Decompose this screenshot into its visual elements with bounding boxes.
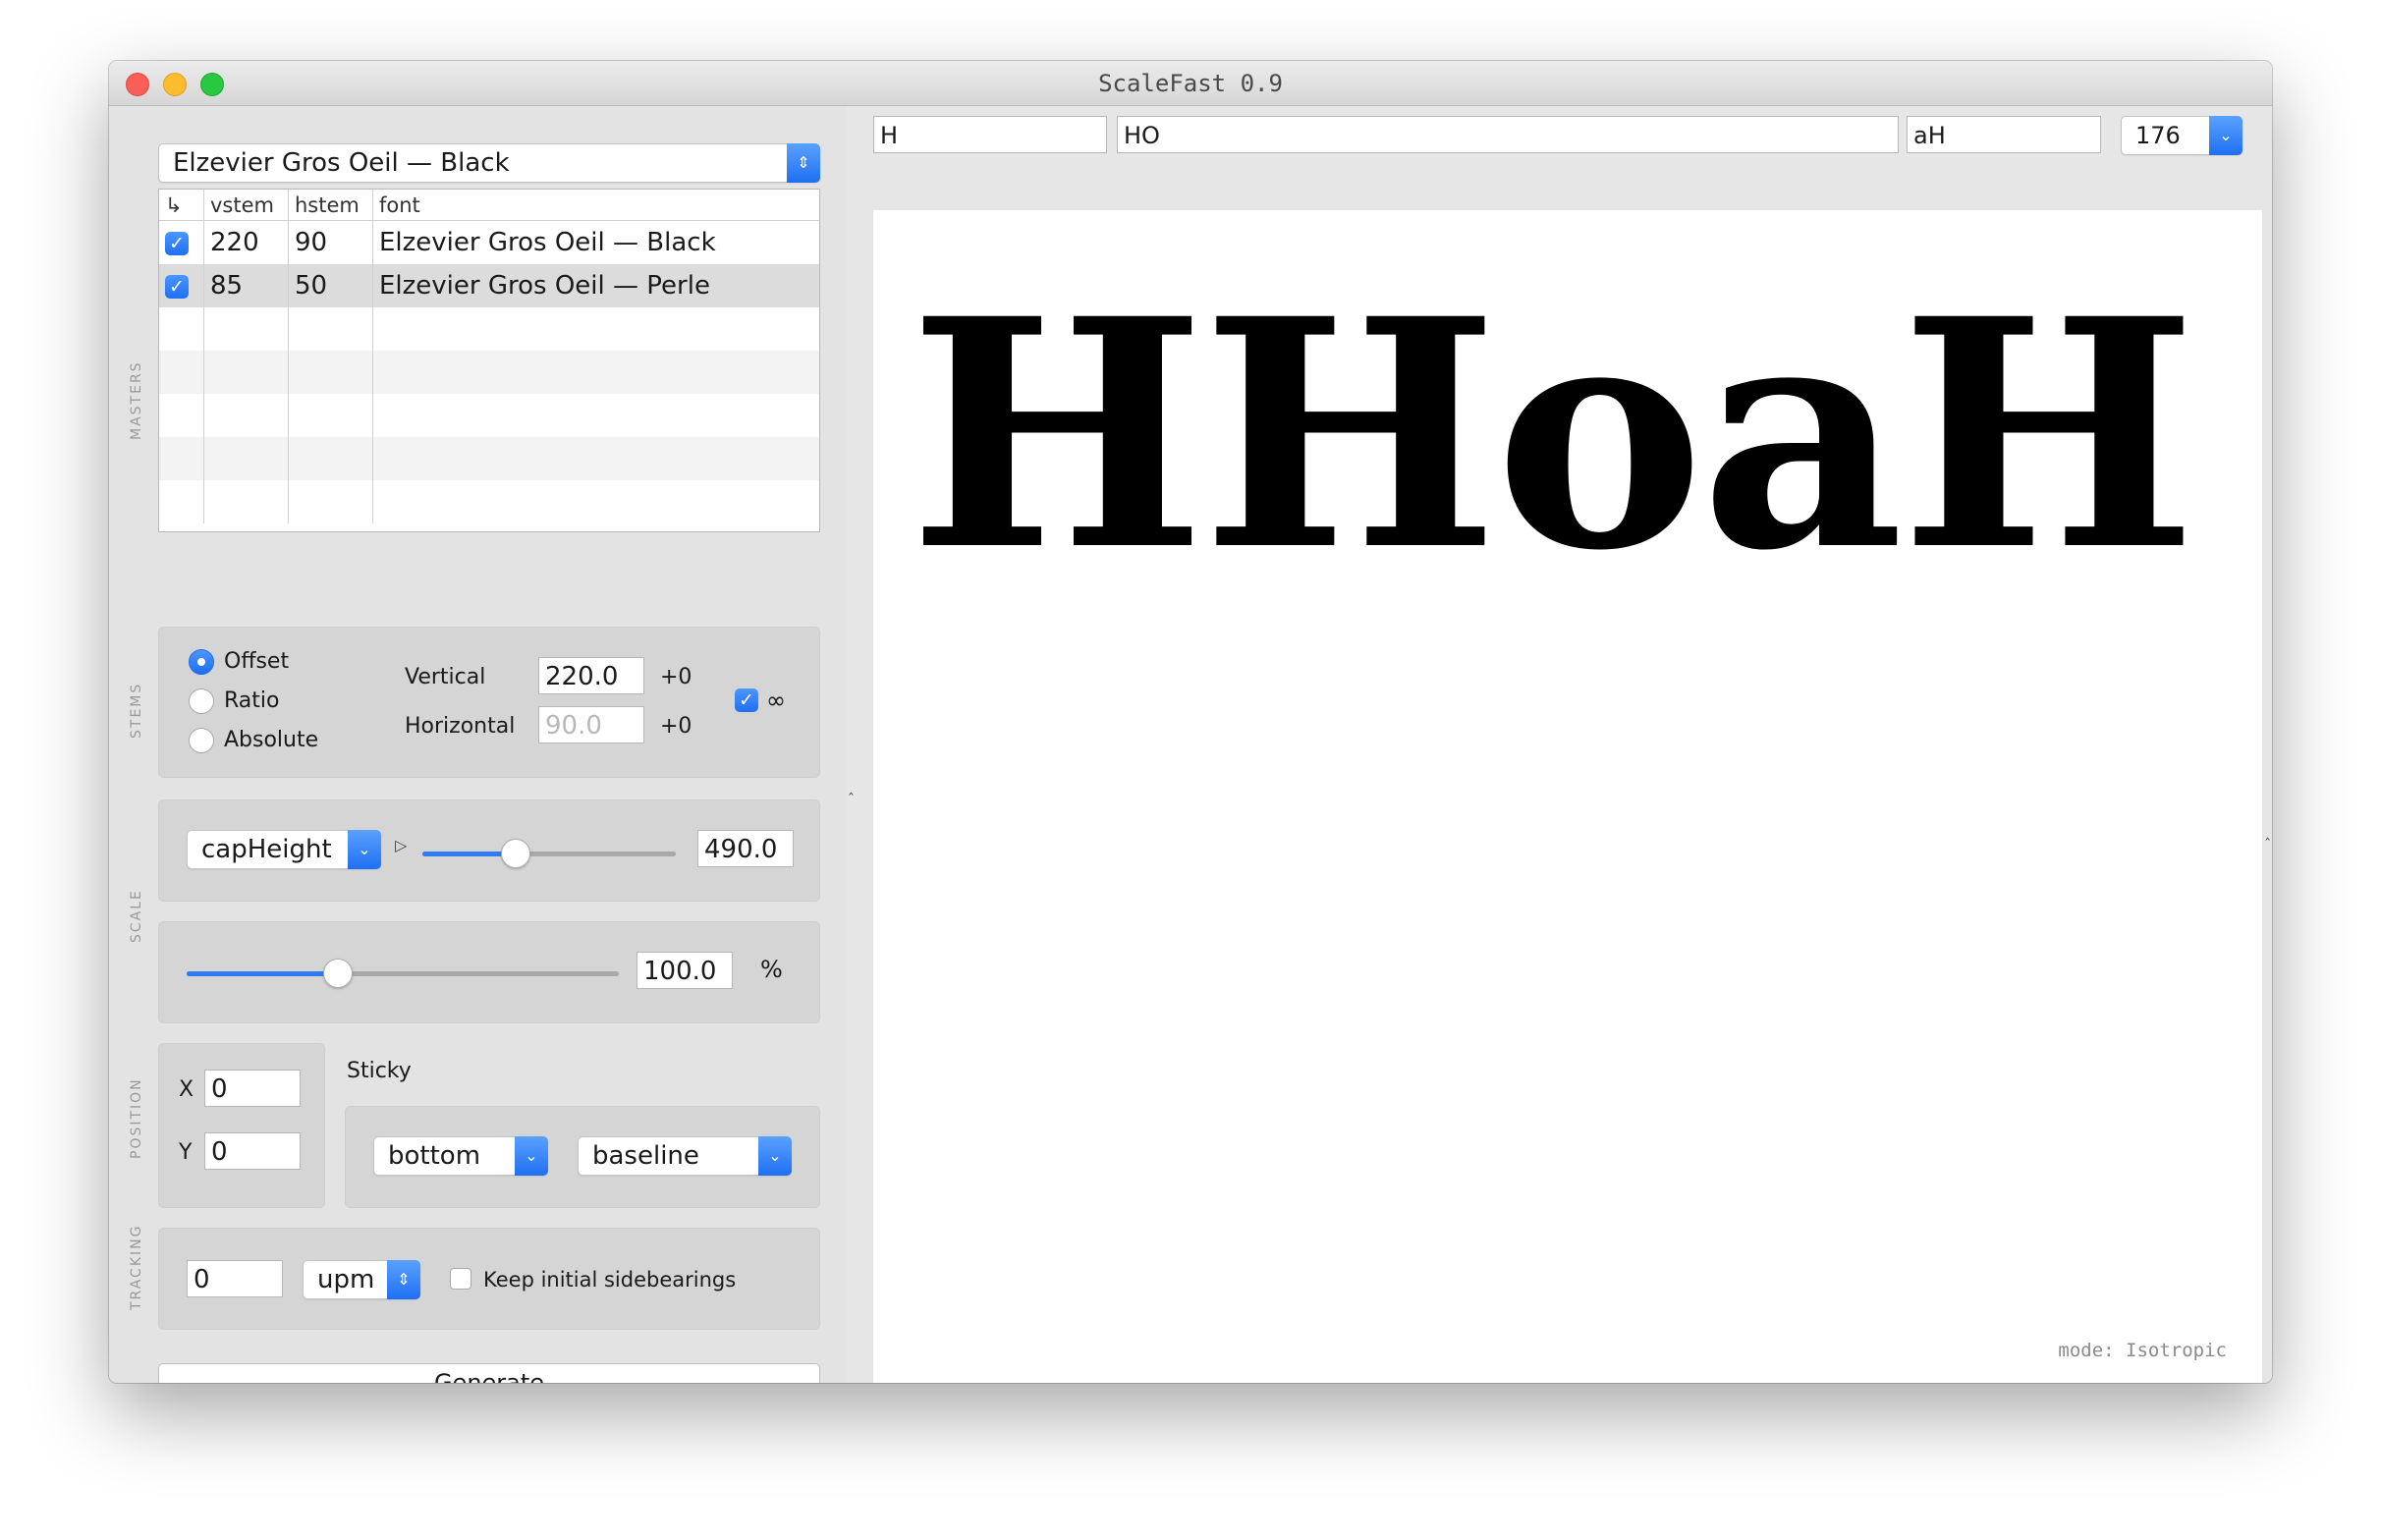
table-row[interactable]: ✓ 85 50 Elzevier Gros Oeil — Perle	[159, 264, 819, 307]
chevron-down-icon: ⌄	[515, 1136, 548, 1176]
chevron-down-icon: ⌄	[2209, 116, 2243, 155]
sticky-vertical-select[interactable]: bottom ⌄	[373, 1136, 548, 1176]
empty-row	[159, 480, 819, 523]
hstem-cell[interactable]: 50	[289, 264, 373, 307]
vstem-cell[interactable]: 220	[204, 221, 289, 264]
vertical-label: Vertical	[405, 665, 486, 689]
font-select-value: Elzevier Gros Oeil — Black	[173, 148, 510, 178]
preview-size-value: 176	[2135, 122, 2181, 149]
empty-row	[159, 307, 819, 351]
sticky-label: Sticky	[347, 1059, 412, 1083]
sticky-vertical-value: bottom	[388, 1141, 481, 1171]
horizontal-stem-field[interactable]: 90.0	[538, 706, 644, 743]
sticky-anchor-select[interactable]: baseline ⌄	[578, 1136, 792, 1176]
horizontal-label: Horizontal	[405, 714, 516, 739]
offset-label: Offset	[224, 649, 290, 674]
include-master-checkbox[interactable]: ✓	[165, 231, 189, 255]
percent-value-field[interactable]: 100.0	[637, 952, 733, 989]
table-row[interactable]: ✓ 220 90 Elzevier Gros Oeil — Black	[159, 221, 819, 264]
absolute-label: Absolute	[224, 728, 319, 752]
offset-radio[interactable]	[189, 649, 214, 675]
column-header-hstem[interactable]: hstem	[289, 190, 373, 220]
height-slider-knob[interactable]	[501, 839, 531, 868]
chevron-down-icon: ⌄	[348, 830, 381, 869]
generate-button[interactable]: Generate	[158, 1363, 820, 1383]
percent-slider[interactable]	[187, 959, 619, 988]
preview-string-1-field[interactable]: H	[873, 116, 1107, 153]
keep-sidebearings-checkbox[interactable]	[450, 1268, 471, 1290]
tracking-unit-select[interactable]: upm ⇕	[303, 1260, 420, 1299]
sticky-box: bottom ⌄ baseline ⌄	[345, 1106, 820, 1208]
absolute-radio[interactable]	[189, 728, 214, 753]
column-header-include[interactable]: ↳	[159, 190, 204, 220]
vertical-delta: +0	[660, 665, 692, 689]
scale-section-label: SCALE	[129, 889, 144, 943]
ratio-label: Ratio	[224, 688, 280, 713]
vertical-stem-field[interactable]: 220.0	[538, 657, 644, 694]
tracking-value-field[interactable]: 0	[187, 1260, 283, 1297]
stems-section-label: STEMS	[129, 682, 144, 739]
tracking-section-label: TRACKING	[129, 1224, 144, 1310]
scale-height-box: capHeight ⌄ ▷ 490.0	[158, 799, 820, 902]
tracking-unit-value: upm	[317, 1265, 375, 1294]
link-stems-checkbox[interactable]: ✓	[735, 688, 758, 712]
column-header-font[interactable]: font	[373, 190, 819, 220]
divider-handle-icon: ‸	[849, 780, 854, 796]
split-divider[interactable]: ‸	[846, 106, 861, 1383]
updown-chevron-icon: ⇕	[787, 143, 820, 183]
hstem-cell[interactable]: 90	[289, 221, 373, 264]
preview-string-2-field[interactable]: HO	[1117, 116, 1899, 153]
preview-size-select[interactable]: 176 ⌄	[2121, 116, 2243, 155]
percent-slider-fill	[187, 971, 338, 976]
link-infinity-label: ∞	[766, 687, 786, 714]
font-select[interactable]: Elzevier Gros Oeil — Black ⇕	[158, 143, 820, 183]
controls-panel: MASTERS Elzevier Gros Oeil — Black ⇕ ↳ v…	[109, 106, 846, 1383]
title-bar: ScaleFast 0.9	[109, 61, 2272, 106]
window-title: ScaleFast 0.9	[1098, 70, 1283, 97]
tracking-box: 0 upm ⇕ Keep initial sidebearings	[158, 1228, 820, 1330]
empty-row	[159, 351, 819, 394]
empty-row	[159, 394, 819, 437]
reference-height-value: capHeight	[201, 835, 332, 864]
glyph-preview-canvas: HHoaH mode: Isotropic	[873, 210, 2262, 1383]
updown-chevron-icon: ⇕	[387, 1260, 420, 1299]
keep-sidebearings-label: Keep initial sidebearings	[483, 1268, 737, 1292]
masters-section-label: MASTERS	[129, 360, 144, 440]
position-section-label: POSITION	[129, 1077, 144, 1159]
percent-symbol: %	[760, 956, 783, 983]
glyph-preview-sample: HHoaH	[909, 251, 2197, 620]
vstem-cell[interactable]: 85	[204, 264, 289, 307]
ratio-radio[interactable]	[189, 688, 214, 714]
preview-edge-handle-icon: ‸	[2265, 825, 2270, 841]
horizontal-delta: +0	[660, 714, 692, 739]
font-cell: Elzevier Gros Oeil — Perle	[379, 271, 710, 301]
stems-box: Offset Ratio Absolute Vertical 220.0 +0 …	[158, 627, 820, 778]
reference-height-select[interactable]: capHeight ⌄	[187, 830, 381, 869]
masters-table: ↳ vstem hstem font ✓ 220 90 Elzevier Gro…	[158, 189, 820, 532]
height-value-field[interactable]: 490.0	[697, 830, 794, 867]
x-label: X	[179, 1077, 194, 1102]
font-cell: Elzevier Gros Oeil — Black	[379, 228, 716, 257]
x-position-field[interactable]: 0	[204, 1070, 301, 1107]
preview-string-3-field[interactable]: aH	[1907, 116, 2101, 153]
y-position-field[interactable]: 0	[204, 1132, 301, 1170]
scale-percent-box: 100.0 %	[158, 921, 820, 1023]
y-label: Y	[179, 1140, 193, 1165]
masters-table-header: ↳ vstem hstem font	[159, 190, 819, 221]
chevron-down-icon: ⌄	[758, 1136, 792, 1176]
include-master-checkbox[interactable]: ✓	[165, 274, 189, 299]
preview-panel: H HO aH 176 ⌄ HHoaH mode: Isotropic ‸	[861, 106, 2272, 1383]
column-header-vstem[interactable]: vstem	[204, 190, 289, 220]
empty-row	[159, 437, 819, 480]
scalefast-window: ScaleFast 0.9 MASTERS Elzevier Gros Oeil…	[109, 61, 2272, 1383]
sticky-anchor-value: baseline	[592, 1141, 699, 1171]
position-xy-box: X 0 Y 0	[158, 1043, 325, 1208]
height-slider[interactable]	[422, 839, 676, 868]
scaling-mode-label: mode: Isotropic	[2058, 1340, 2227, 1361]
play-icon[interactable]: ▷	[395, 836, 407, 854]
percent-slider-knob[interactable]	[323, 959, 353, 988]
